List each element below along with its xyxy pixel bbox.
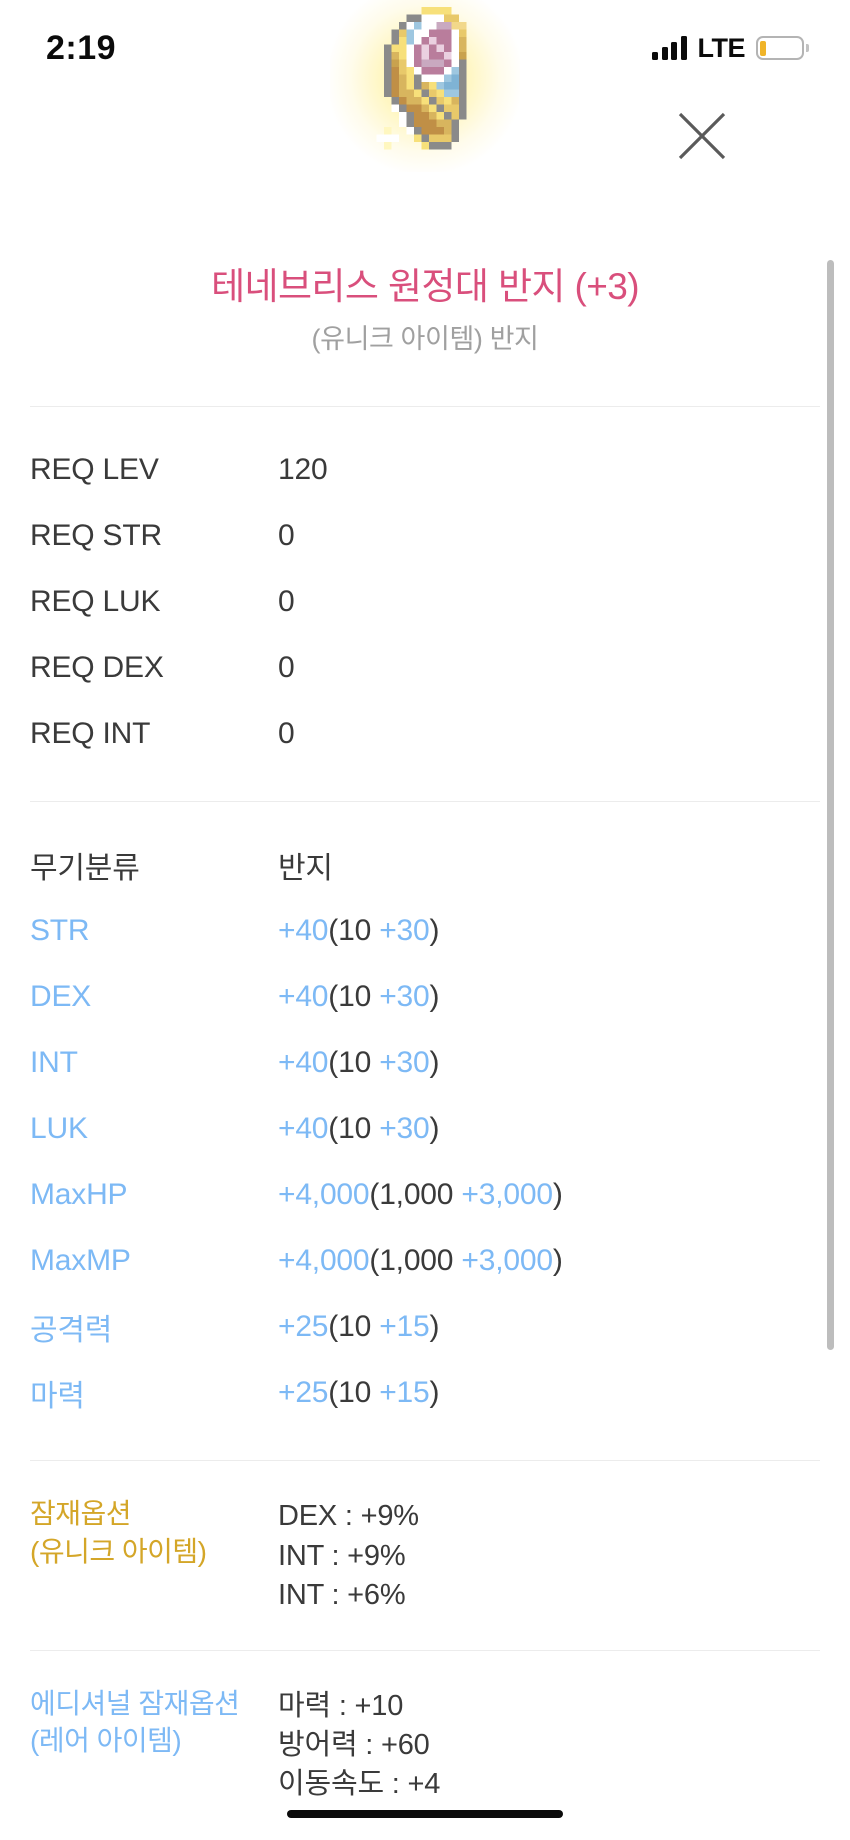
table-row: INT +40(10 +30): [0, 1030, 850, 1096]
stat-dex-label: DEX: [30, 980, 92, 1014]
additional-potential-label-line2: (레어 아이템): [30, 1725, 182, 1757]
table-row: MaxMP +4,000(1,000 +3,000): [0, 1228, 850, 1294]
table-row: REQ DEX 0: [0, 635, 850, 701]
additional-potential-label-line1: 에디셔널 잠재옵션: [30, 1687, 240, 1719]
req-dex-value: 0: [278, 651, 295, 685]
table-row: 마력 +25(10 +15): [0, 1360, 850, 1426]
table-row: STR +40(10 +30): [0, 898, 850, 964]
stat-maxhp-value: +4,000(1,000 +3,000): [278, 1178, 563, 1212]
home-indicator[interactable]: [287, 1810, 563, 1818]
req-lev-value: 120: [278, 453, 328, 487]
table-row: REQ LEV 120: [0, 437, 850, 503]
close-x-icon: [678, 112, 726, 160]
table-row: REQ INT 0: [0, 701, 850, 767]
potential-option-values: DEX : +9% INT : +9% INT : +6%: [278, 1495, 419, 1615]
item-title-block: 테네브리스 원정대 반지 (+3) (유니크 아이템) 반지: [0, 236, 850, 364]
table-row: LUK +40(10 +30): [0, 1096, 850, 1162]
additional-potential-item: 방어력 : +60: [278, 1729, 430, 1761]
close-button[interactable]: [674, 108, 730, 164]
stat-magic-value: +25(10 +15): [278, 1376, 440, 1410]
potential-label-line1: 잠재옵션: [30, 1498, 132, 1530]
battery-low-icon: [756, 36, 809, 60]
stat-str-value: +40(10 +30): [278, 914, 440, 948]
network-type-label: LTE: [697, 32, 746, 63]
table-row: 무기분류 반지: [0, 832, 850, 898]
potential-option-item: INT : +6%: [278, 1579, 406, 1612]
potential-option-section: 잠재옵션 (유니크 아이템) DEX : +9% INT : +9% INT :…: [0, 1461, 850, 1649]
item-subtitle: (유니크 아이템) 반지: [311, 324, 539, 355]
additional-potential-values: 마력 : +10 방어력 : +60 이동속도 : +4: [278, 1685, 440, 1805]
stats-section: 무기분류 반지 STR +40(10 +30) DEX +40(10 +30) …: [0, 802, 850, 1460]
stat-magic-label: 마력: [30, 1380, 85, 1414]
additional-potential-item: 마력 : +10: [278, 1689, 404, 1722]
additional-potential-item: 이동속도 : +4: [278, 1768, 441, 1801]
item-detail-scroll-area[interactable]: 테네브리스 원정대 반지 (+3) (유니크 아이템) 반지 REQ LEV 1…: [0, 236, 850, 1840]
stat-attack-value: +25(10 +15): [278, 1310, 440, 1344]
signal-bars-icon: [652, 36, 687, 60]
additional-potential-label: 에디셔널 잠재옵션 (레어 아이템): [30, 1685, 278, 1760]
weapon-category-value: 반지: [278, 852, 333, 886]
req-int-value: 0: [278, 717, 295, 751]
stat-maxhp-label: MaxHP: [30, 1178, 128, 1212]
req-lev-label: REQ LEV: [30, 453, 159, 487]
req-luk-value: 0: [278, 585, 295, 619]
status-indicators: LTE: [652, 32, 809, 64]
stat-luk-label: LUK: [30, 1112, 88, 1146]
weapon-category-label: 무기분류: [30, 852, 140, 886]
stat-maxmp-label: MaxMP: [30, 1244, 131, 1278]
stat-str-label: STR: [30, 914, 90, 948]
requirements-section: REQ LEV 120 REQ STR 0 REQ LUK 0 REQ DEX …: [0, 407, 850, 801]
status-bar: 2:19 LTE: [0, 0, 850, 96]
stat-luk-value: +40(10 +30): [278, 1112, 440, 1146]
table-row: DEX +40(10 +30): [0, 964, 850, 1030]
stat-maxmp-value: +4,000(1,000 +3,000): [278, 1244, 563, 1278]
potential-option-label: 잠재옵션 (유니크 아이템): [30, 1495, 278, 1570]
potential-option-item: DEX : +9%: [278, 1500, 419, 1533]
stat-attack-label: 공격력: [30, 1314, 113, 1348]
req-luk-label: REQ LUK: [30, 585, 161, 619]
table-row: REQ LUK 0: [0, 569, 850, 635]
table-row: 공격력 +25(10 +15): [0, 1294, 850, 1360]
table-row: REQ STR 0: [0, 503, 850, 569]
potential-label-line2: (유니크 아이템): [30, 1535, 207, 1567]
req-str-value: 0: [278, 519, 295, 553]
req-int-label: REQ INT: [30, 717, 151, 751]
table-row: MaxHP +4,000(1,000 +3,000): [0, 1162, 850, 1228]
status-time: 2:19: [46, 28, 117, 67]
potential-option-item: INT : +9%: [278, 1539, 406, 1572]
stat-dex-value: +40(10 +30): [278, 980, 440, 1014]
req-str-label: REQ STR: [30, 519, 162, 553]
item-detail-screen: 2:19 LTE 테네브리스 원정대 반지 (+3) (유니크 아이템) 반지 …: [0, 0, 850, 1840]
vertical-scrollbar[interactable]: [827, 260, 834, 1350]
page-title: 테네브리스 원정대 반지 (+3): [211, 266, 639, 307]
req-dex-label: REQ DEX: [30, 651, 164, 685]
stat-int-label: INT: [30, 1046, 78, 1080]
stat-int-value: +40(10 +30): [278, 1046, 440, 1080]
